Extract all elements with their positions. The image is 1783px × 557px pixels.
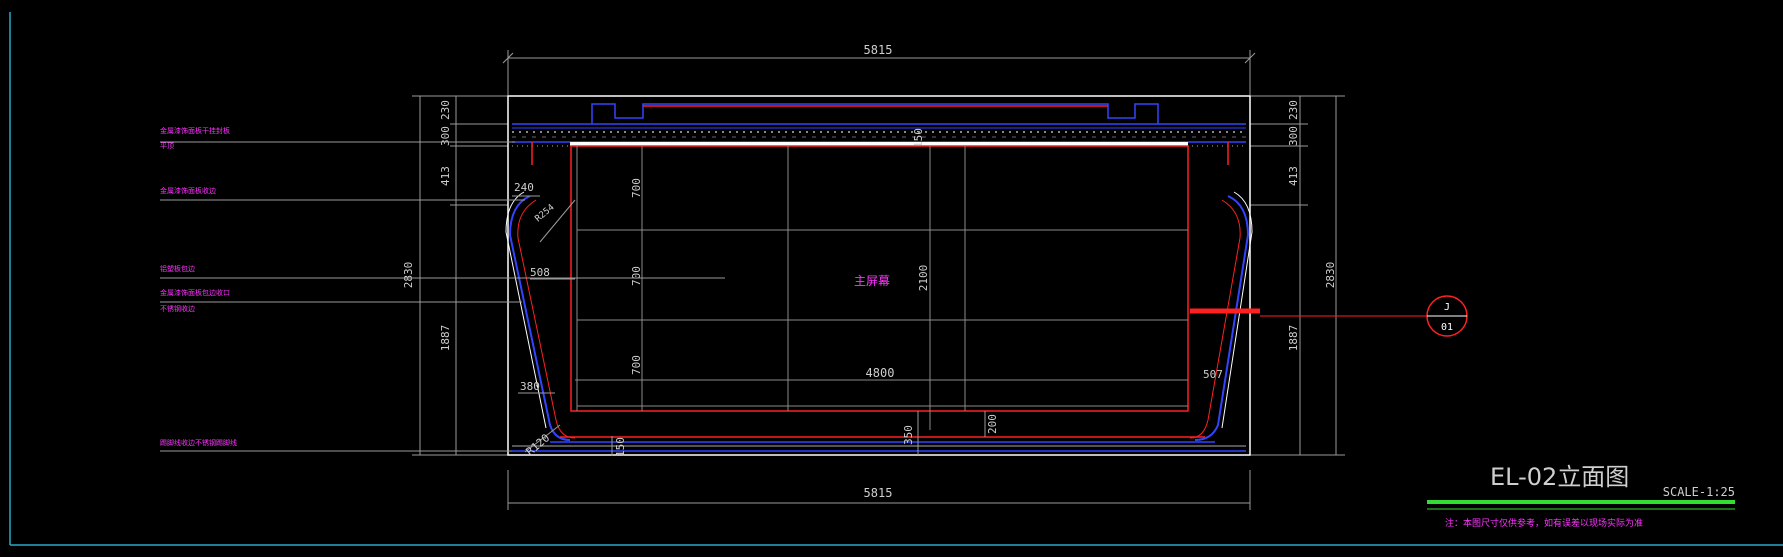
section-marker-bottom: 01 — [1441, 322, 1453, 333]
panel-height-1: 700 — [630, 178, 643, 198]
dim-r120: R120 — [524, 431, 553, 458]
right-seg-413: 413 — [1287, 166, 1300, 186]
panel-height-2: 700 — [630, 266, 643, 286]
callout-4: 金属漆饰面板包边收口 — [160, 288, 230, 297]
drawing-note: 注：本图尺寸仅供参考，如有误差以现场实际为准 — [1445, 517, 1643, 529]
top-offset-label: 150 — [912, 128, 925, 148]
left-seg-300: 300 — [439, 126, 452, 146]
inner-width-label: 4800 — [866, 366, 895, 380]
callout-1: 平顶 — [160, 142, 174, 150]
dim-240: 240 — [514, 181, 534, 194]
top-dimension: 5815 — [502, 43, 1256, 95]
dim-380: 380 — [520, 380, 540, 393]
side-panels — [505, 191, 1253, 441]
left-seg-230: 230 — [439, 100, 452, 120]
dim-200: 200 — [986, 414, 999, 434]
section-marker[interactable]: J 01 — [1190, 295, 1468, 337]
left-seg-413: 413 — [439, 166, 452, 186]
main-screen: 主屏幕 700 700 700 2100 4800 — [570, 145, 1189, 430]
callout-3: 铝塑板包边 — [160, 264, 195, 273]
drawing-title: EL-02立面图 — [1490, 463, 1629, 491]
callout-5: 不锈钢收边 — [160, 304, 195, 313]
right-total-label: 2830 — [1324, 262, 1337, 289]
dim-350: 350 — [902, 425, 915, 445]
dim-r254: R254 — [534, 203, 557, 225]
inner-total-height: 2100 — [917, 265, 930, 292]
left-seg-1887: 1887 — [439, 325, 452, 352]
ceiling-band: 150 — [512, 103, 1246, 165]
right-seg-300: 300 — [1287, 126, 1300, 146]
dim-508: 508 — [530, 266, 550, 279]
main-screen-label: 主屏幕 — [854, 274, 890, 288]
drawing-scale: SCALE-1:25 — [1663, 485, 1735, 499]
section-marker-top: J — [1444, 302, 1450, 313]
panel-height-3: 700 — [630, 355, 643, 375]
cad-drawing-canvas[interactable]: 5815 5815 2830 230 300 413 1887 2830 230… — [0, 0, 1783, 553]
bottom-width-label: 5815 — [864, 486, 893, 500]
right-seg-1887: 1887 — [1287, 325, 1300, 352]
title-block: EL-02立面图 SCALE-1:25 注：本图尺寸仅供参考，如有误差以现场实际… — [1427, 463, 1735, 529]
right-seg-230: 230 — [1287, 100, 1300, 120]
bottom-dimension: 5815 — [507, 470, 1251, 510]
left-total-label: 2830 — [402, 262, 415, 289]
elevation-drawing: 5815 5815 2830 230 300 413 1887 2830 230… — [9, 12, 1783, 546]
top-width-label: 5815 — [864, 43, 893, 57]
dim-150-bottom: 150 — [614, 437, 627, 457]
left-dimensions: 2830 230 300 413 1887 — [402, 95, 508, 456]
right-dimensions: 2830 230 300 413 1887 — [1250, 95, 1345, 456]
callout-2: 金属漆饰面板收边 — [160, 186, 216, 195]
dim-507: 507 — [1203, 368, 1223, 381]
callout-6: 踢脚线收边不锈钢踢脚线 — [160, 438, 237, 447]
callout-0: 金属漆饰面板干挂封板 — [160, 126, 230, 135]
